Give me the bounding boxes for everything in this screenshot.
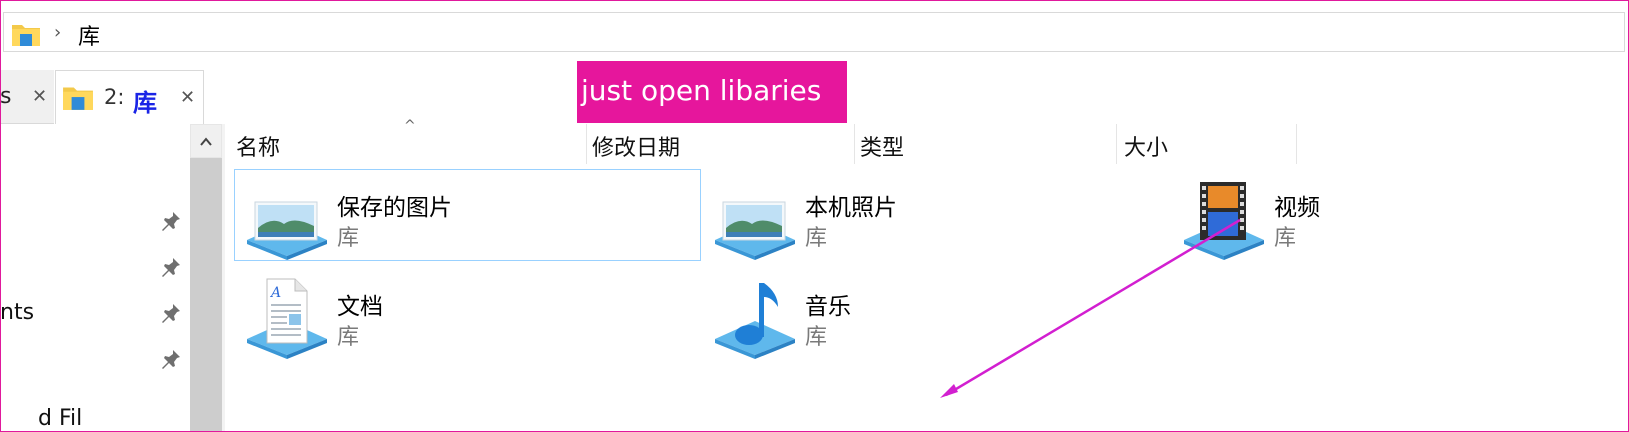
library-item-videos[interactable]: 视频 库 bbox=[1171, 169, 1601, 261]
library-name: 本机照片 bbox=[805, 195, 897, 221]
column-separator[interactable] bbox=[1296, 124, 1297, 164]
chevron-up-icon bbox=[200, 137, 212, 146]
tab-previous-label: s bbox=[0, 84, 12, 109]
column-separator[interactable] bbox=[854, 124, 855, 164]
nav-scrollbar[interactable] bbox=[190, 124, 222, 432]
nav-item-label[interactable]: d Fil bbox=[38, 406, 82, 431]
library-item-camera-roll[interactable]: 本机照片 库 bbox=[702, 169, 1169, 261]
library-item-saved-pictures[interactable]: 保存的图片 库 bbox=[234, 169, 701, 261]
sort-ascending-icon: ^ bbox=[404, 118, 416, 134]
library-name: 视频 bbox=[1274, 195, 1320, 221]
tab-title: 库 bbox=[133, 89, 157, 117]
pin-icon[interactable] bbox=[160, 348, 182, 370]
tab-number: 2: bbox=[104, 85, 125, 109]
library-type: 库 bbox=[1274, 226, 1297, 251]
library-name: 保存的图片 bbox=[337, 195, 452, 221]
scroll-up-button[interactable] bbox=[190, 124, 222, 158]
pin-icon[interactable] bbox=[160, 302, 182, 324]
pane-divider[interactable] bbox=[222, 124, 225, 432]
picture-library-icon bbox=[241, 176, 331, 260]
library-folder-icon bbox=[62, 81, 94, 115]
library-type: 库 bbox=[337, 226, 360, 251]
column-header-modified[interactable]: 修改日期 bbox=[592, 130, 680, 164]
library-name: 音乐 bbox=[805, 294, 851, 320]
column-separator[interactable] bbox=[586, 124, 587, 164]
column-header-name[interactable]: 名称 bbox=[236, 130, 280, 164]
close-icon[interactable]: ✕ bbox=[180, 87, 195, 108]
column-separator[interactable] bbox=[1116, 124, 1117, 164]
picture-library-icon bbox=[709, 176, 799, 260]
library-item-documents[interactable]: A 文档 库 bbox=[234, 268, 701, 360]
column-header-size[interactable]: 大小 bbox=[1124, 130, 1168, 164]
annotation-label: just open libaries bbox=[577, 61, 847, 123]
tab-libraries[interactable]: 2: 库 ✕ bbox=[55, 70, 204, 124]
address-location[interactable]: 库 bbox=[78, 19, 100, 51]
navigation-pane[interactable]: nts d Fil bbox=[0, 124, 190, 432]
library-item-music[interactable]: 音乐 库 bbox=[702, 268, 1169, 360]
document-library-icon: A bbox=[241, 275, 331, 359]
video-library-icon bbox=[1178, 176, 1268, 260]
address-bar[interactable]: › 库 bbox=[3, 12, 1625, 52]
pin-icon[interactable] bbox=[160, 256, 182, 278]
svg-text:A: A bbox=[269, 285, 281, 301]
library-folder-icon bbox=[11, 19, 41, 51]
library-type: 库 bbox=[805, 226, 828, 251]
tab-previous[interactable]: s ✕ bbox=[0, 70, 54, 124]
library-name: 文档 bbox=[337, 294, 383, 320]
breadcrumb-chevron-icon[interactable]: › bbox=[54, 22, 61, 43]
music-library-icon bbox=[709, 275, 799, 359]
column-header-type[interactable]: 类型 bbox=[860, 130, 904, 164]
close-icon[interactable]: ✕ bbox=[32, 86, 47, 107]
library-type: 库 bbox=[337, 325, 360, 350]
nav-item-label[interactable]: nts bbox=[0, 300, 34, 325]
library-type: 库 bbox=[805, 325, 828, 350]
pin-icon[interactable] bbox=[160, 210, 182, 232]
